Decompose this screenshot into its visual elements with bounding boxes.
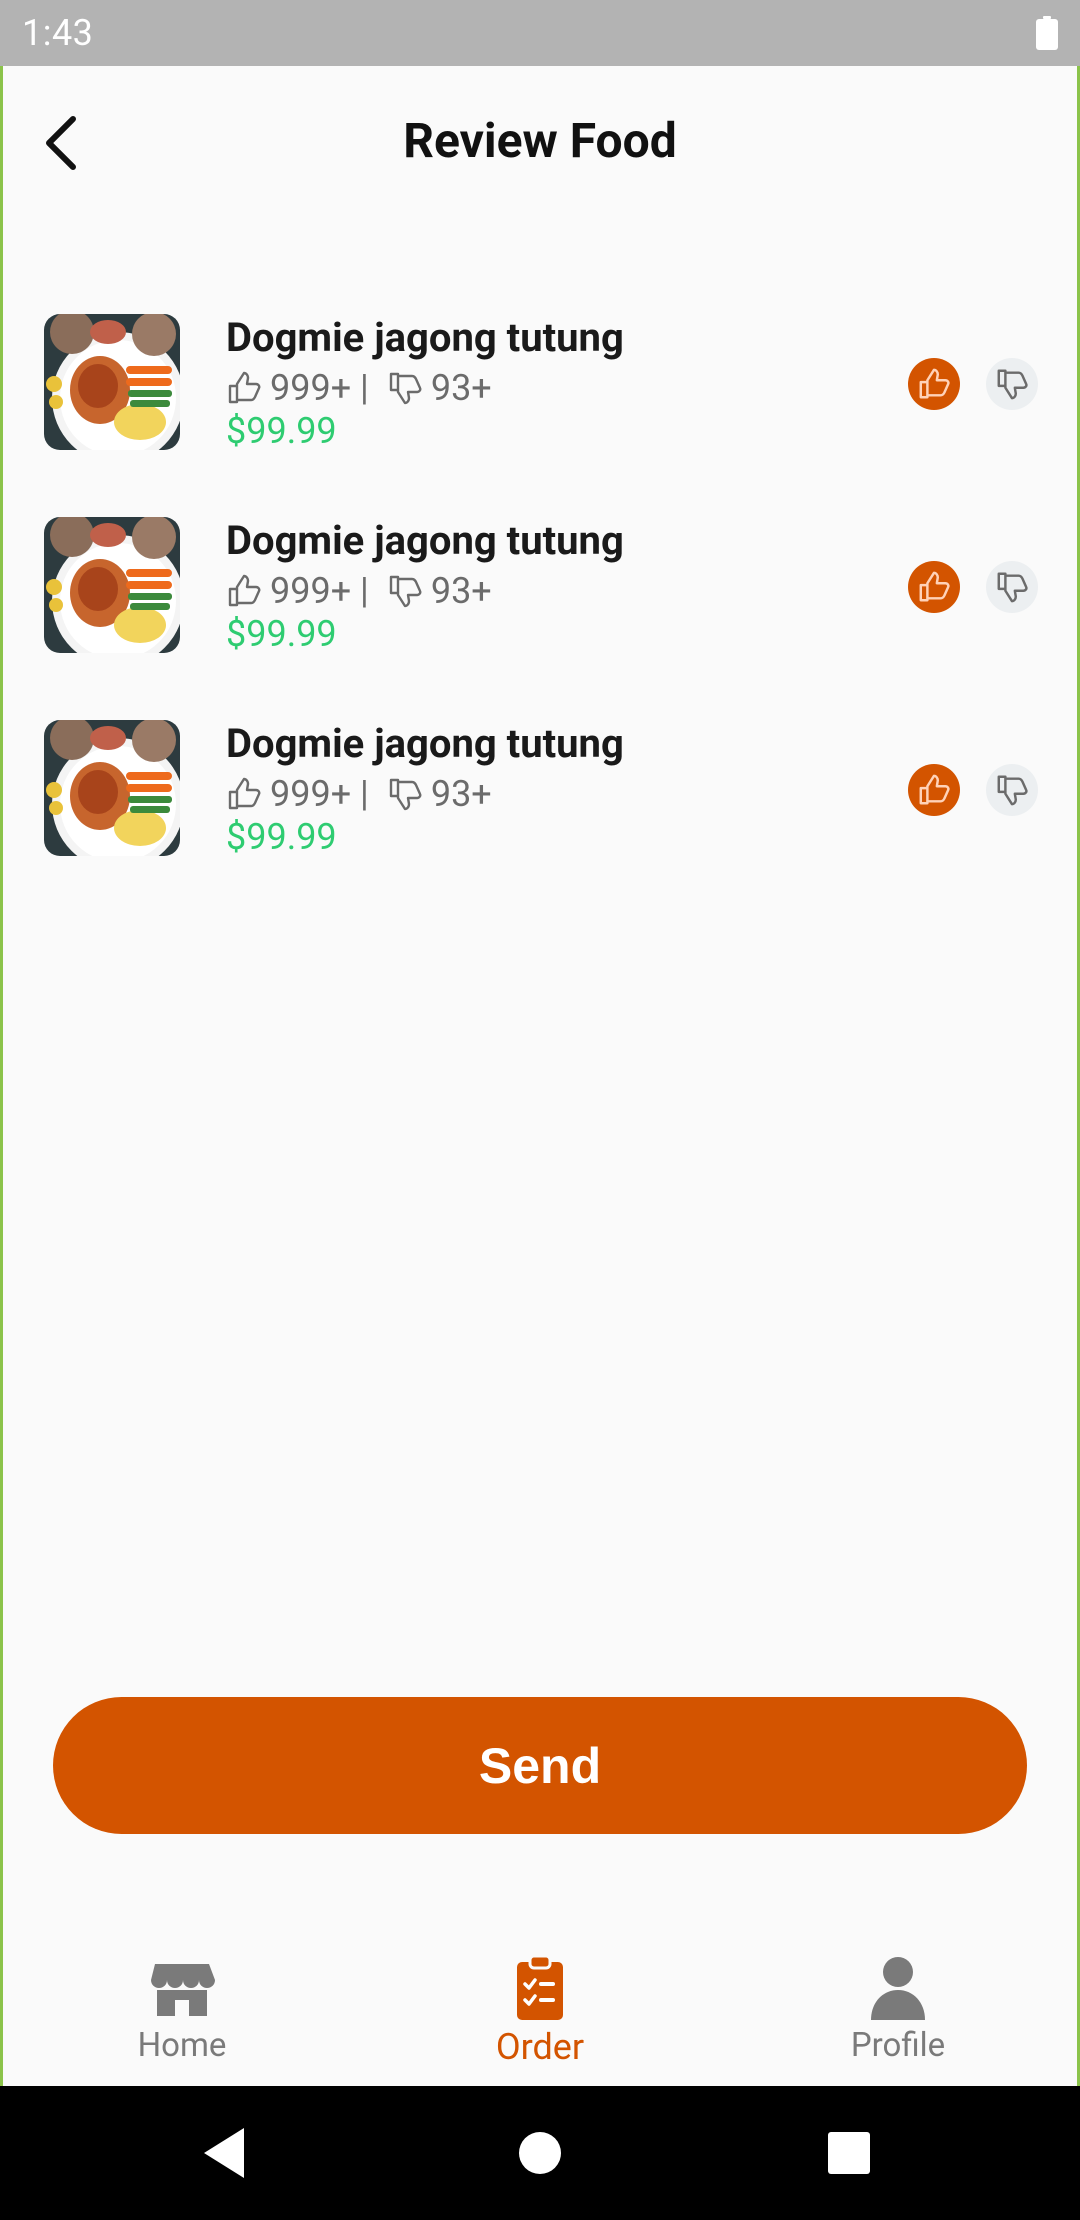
- clipboard-check-icon: [517, 1954, 563, 2020]
- dislikes-count: 93+: [430, 570, 492, 612]
- food-image: [44, 314, 180, 450]
- bottom-nav: Home Order Profile: [3, 1940, 1077, 2086]
- nav-label-profile: Profile: [850, 2026, 946, 2065]
- thumbs-up-icon: [919, 774, 950, 805]
- thumbs-down-icon: [997, 572, 1028, 603]
- dislike-button[interactable]: [986, 561, 1038, 613]
- food-name: Dogmie jagong tutung: [226, 720, 624, 767]
- food-stats: 999+ | 93+: [226, 569, 492, 613]
- food-stats: 999+ | 93+: [226, 772, 492, 816]
- thumbs-up-outline-icon: [228, 371, 261, 404]
- nav-label-order: Order: [495, 2026, 585, 2068]
- circle-home-icon[interactable]: [509, 2122, 571, 2184]
- food-item: Dogmie jagong tutung 999+ | 93+ $99.99: [44, 517, 1044, 657]
- food-name: Dogmie jagong tutung: [226, 314, 624, 361]
- thumbs-up-outline-icon: [228, 777, 261, 810]
- thumbs-down-icon: [997, 775, 1028, 806]
- food-name: Dogmie jagong tutung: [226, 517, 624, 564]
- dislike-button[interactable]: [986, 764, 1038, 816]
- thumbs-down-outline-icon: [389, 778, 422, 811]
- thumbs-down-outline-icon: [389, 372, 422, 405]
- system-nav-bar: [0, 2086, 1080, 2220]
- page-title: Review Food: [403, 112, 677, 169]
- nav-label-home: Home: [137, 2026, 227, 2065]
- likes-count: 999+ |: [270, 367, 369, 409]
- food-stats: 999+ | 93+: [226, 366, 492, 410]
- battery-full-icon: [1036, 16, 1058, 50]
- store-icon: [151, 1964, 215, 2016]
- square-recents-icon[interactable]: [818, 2122, 880, 2184]
- thumbs-up-outline-icon: [228, 574, 261, 607]
- food-price: $99.99: [226, 410, 337, 452]
- nav-item-home[interactable]: Home: [3, 1940, 361, 2086]
- dislikes-count: 93+: [430, 367, 492, 409]
- thumbs-up-icon: [919, 571, 950, 602]
- triangle-back-icon[interactable]: [196, 2122, 258, 2184]
- person-icon: [871, 1957, 925, 2020]
- likes-count: 999+ |: [270, 773, 369, 815]
- nav-item-order[interactable]: Order: [361, 1940, 719, 2086]
- food-image: [44, 517, 180, 653]
- thumbs-down-outline-icon: [389, 575, 422, 608]
- like-button[interactable]: [908, 358, 960, 410]
- status-time: 1:43: [22, 12, 94, 54]
- thumbs-up-icon: [919, 368, 950, 399]
- nav-item-profile[interactable]: Profile: [719, 1940, 1077, 2086]
- food-image: [44, 720, 180, 856]
- likes-count: 999+ |: [270, 570, 369, 612]
- status-bar: 1:43: [0, 0, 1080, 66]
- like-button[interactable]: [908, 764, 960, 816]
- food-item: Dogmie jagong tutung 999+ | 93+ $99.99: [44, 720, 1044, 860]
- dislikes-count: 93+: [430, 773, 492, 815]
- thumbs-down-icon: [997, 369, 1028, 400]
- food-item: Dogmie jagong tutung 999+ | 93+ $99.99: [44, 314, 1044, 454]
- send-button[interactable]: Send: [53, 1697, 1027, 1834]
- food-price: $99.99: [226, 613, 337, 655]
- dislike-button[interactable]: [986, 358, 1038, 410]
- food-price: $99.99: [226, 816, 337, 858]
- like-button[interactable]: [908, 561, 960, 613]
